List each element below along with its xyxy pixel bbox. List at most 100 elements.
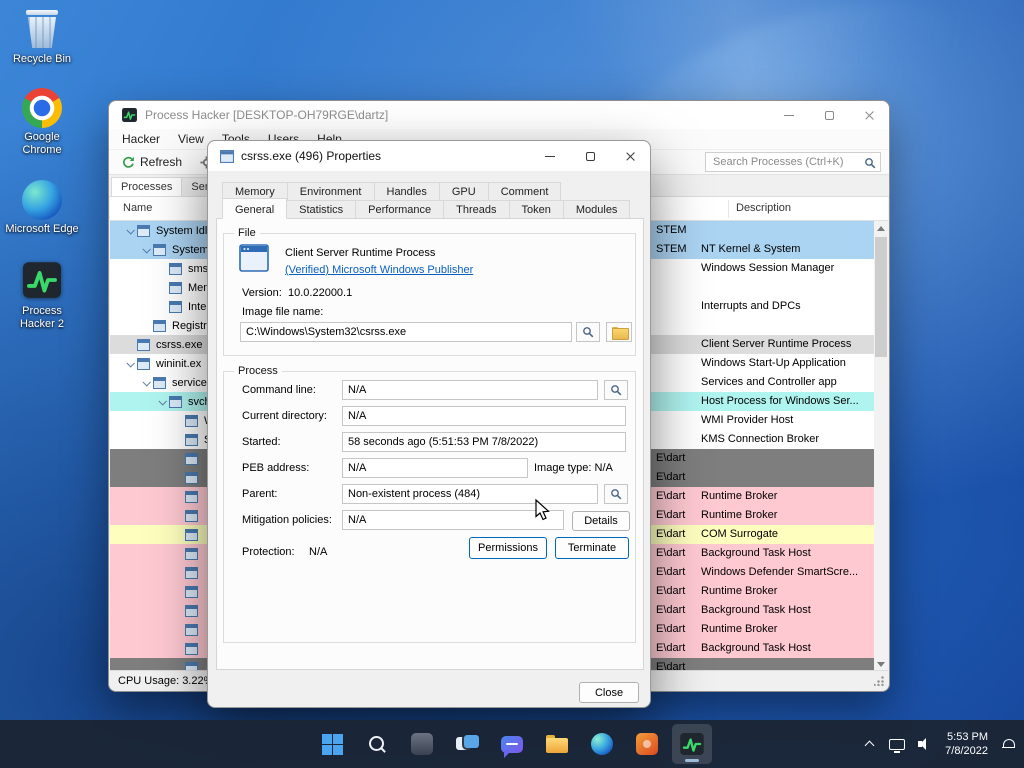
notifications-bell-icon[interactable] [1000,734,1016,754]
product-name: Client Server Runtime Process [285,247,436,259]
main-close-button[interactable] [849,101,889,129]
desktop-icon-process-hacker-2[interactable]: Process Hacker 2 [4,258,80,331]
inspect-image-button[interactable] [576,322,600,342]
taskbar-store-icon[interactable] [627,724,667,764]
dialog-maximize-button[interactable] [570,141,610,171]
search-button[interactable] [604,380,628,400]
expand-collapse-icon[interactable] [139,247,153,253]
desktop-icon-google-chrome[interactable]: Google Chrome [4,88,80,157]
arrow-up-icon [877,225,885,231]
protection-value: N/A [309,546,328,558]
expand-collapse-icon[interactable] [123,228,137,234]
process-user: E\dart [656,642,686,654]
view-tab-processes[interactable]: Processes [111,177,183,196]
main-maximize-button[interactable] [809,101,849,129]
field-value-box[interactable]: N/A [342,406,626,426]
dialog-tab-modules[interactable]: Modules [562,200,631,219]
field-value-box[interactable]: N/A [342,458,528,478]
main-minimize-button[interactable] [769,101,809,129]
process-description: Windows Start-Up Application [701,357,846,369]
image-type-text: Image type: N/A [534,462,613,474]
open-folder-button[interactable] [606,322,632,342]
desktop-icon-recycle-bin[interactable]: Recycle Bin [4,8,80,66]
system-tray: 5:53 PM 7/8/2022 [861,720,1016,768]
network-icon[interactable] [889,734,906,754]
permissions-button[interactable]: Permissions [469,537,547,559]
taskbar-file-explorer-icon[interactable] [537,724,577,764]
taskbar-task-view-icon[interactable] [447,724,487,764]
expand-collapse-icon[interactable] [139,380,153,386]
menu-item-hacker[interactable]: Hacker [113,130,169,148]
dialog-close-button[interactable] [610,141,650,171]
dialog-title: csrss.exe (496) Properties [241,149,382,163]
field-value-box[interactable]: N/A [342,510,564,530]
search-processes-input[interactable] [705,152,881,172]
main-window-titlebar[interactable]: Process Hacker [DESKTOP-OH79RGE\dartz] [109,101,889,129]
process-name: wininit.ex [156,357,202,370]
column-header-name[interactable]: Name [123,202,152,214]
close-button[interactable]: Close [579,682,639,703]
process-description: Background Task Host [701,547,811,559]
taskbar-search-icon[interactable] [357,724,397,764]
process-user: E\dart [656,547,686,559]
scroll-up-button[interactable] [874,221,888,235]
dialog-tab-gpu[interactable]: GPU [438,182,489,201]
dialog-tab-token[interactable]: Token [508,200,564,219]
refresh-label: Refresh [140,155,183,169]
dialog-titlebar[interactable]: csrss.exe (496) Properties [208,141,650,171]
column-header-description[interactable]: Description [736,202,791,214]
dialog-tab-statistics[interactable]: Statistics [286,200,357,219]
scrollbar-thumb[interactable] [875,237,887,357]
field-label: Current directory: [242,410,327,422]
refresh-button[interactable]: Refresh [115,152,189,172]
cpu-usage-text: CPU Usage: 3.22% [118,674,214,687]
volume-icon[interactable] [917,734,933,754]
search-button[interactable] [604,484,628,504]
process-name: System Idle [156,224,214,237]
scroll-down-button[interactable] [874,657,888,671]
hidden-icons-chevron-icon[interactable] [861,734,877,754]
terminate-button[interactable]: Terminate [555,537,629,559]
field-value: N/A [348,384,367,396]
taskbar-start-icon[interactable] [312,724,352,764]
details-button[interactable]: Details [572,511,630,531]
field-value-box[interactable]: Non-existent process (484) [342,484,598,504]
field-value-box[interactable]: 58 seconds ago (5:51:53 PM 7/8/2022) [342,432,626,452]
process-user: E\dart [656,566,686,578]
field-value: N/A [348,410,367,422]
close-icon [864,110,875,121]
dialog-tab-handles[interactable]: Handles [373,182,440,201]
process-icon [185,604,201,617]
taskbar-process-hacker-icon[interactable] [672,724,712,764]
field-value-box[interactable]: N/A [342,380,598,400]
dialog-minimize-button[interactable] [530,141,570,171]
taskbar-edge-icon[interactable] [582,724,622,764]
process-icon [185,547,201,560]
process-description: WMI Provider Host [701,414,794,426]
desktop-icon-microsoft-edge[interactable]: Microsoft Edge [4,179,80,236]
main-window-title: Process Hacker [DESKTOP-OH79RGE\dartz] [145,108,389,122]
expand-collapse-icon[interactable] [123,361,137,367]
dialog-tab-threads[interactable]: Threads [443,200,510,219]
refresh-icon [122,156,135,169]
process-description: NT Kernel & System [701,243,801,255]
clock[interactable]: 5:53 PM 7/8/2022 [945,730,988,759]
process-icon [185,509,201,522]
process-description: Windows Session Manager [701,262,835,274]
field-value: Non-existent process (484) [348,488,481,500]
process-user: E\dart [656,452,686,464]
image-path-field[interactable]: C:\Windows\System32\csrss.exe [240,322,572,342]
process-icon [185,414,201,427]
dialog-tab-performance[interactable]: Performance [355,200,445,219]
process-description: KMS Connection Broker [701,433,819,445]
taskbar-widgets-icon[interactable] [402,724,442,764]
verified-publisher-link[interactable]: (Verified) Microsoft Windows Publisher [285,264,473,276]
taskbar-chat-icon[interactable] [492,724,532,764]
dialog-tab-comment[interactable]: Comment [487,182,562,201]
dialog-tab-general[interactable]: General [222,198,288,219]
dialog-tab-environment[interactable]: Environment [286,182,375,201]
process-description: Background Task Host [701,642,811,654]
resize-grip[interactable] [874,676,884,686]
vertical-scrollbar[interactable] [874,221,888,671]
expand-collapse-icon[interactable] [155,399,169,405]
